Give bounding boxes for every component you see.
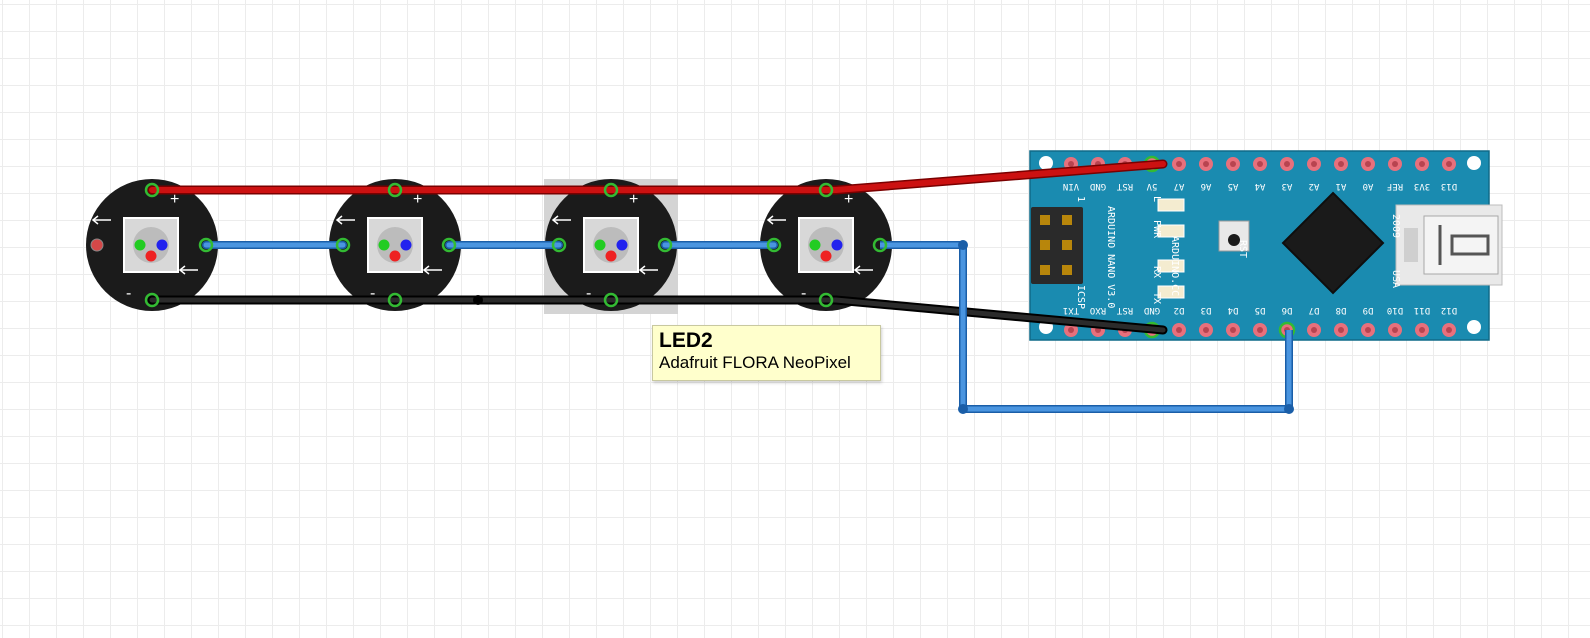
pin-label: D12 bbox=[1441, 305, 1457, 315]
led-l-label: L bbox=[1151, 196, 1162, 202]
pin-hole bbox=[1338, 161, 1344, 167]
pin-label: A7 bbox=[1174, 181, 1185, 191]
pin-label: D7 bbox=[1309, 305, 1320, 315]
svg-text:-: - bbox=[126, 285, 131, 302]
pin-hole bbox=[1446, 161, 1452, 167]
rst-label: RST bbox=[1237, 240, 1248, 258]
pin-hole bbox=[1365, 327, 1371, 333]
pin-label: 5V bbox=[1146, 181, 1157, 191]
pin-hole bbox=[1176, 161, 1182, 167]
board-year-label: 2009 bbox=[1390, 214, 1401, 238]
pin-label: RST bbox=[1116, 181, 1133, 191]
pin-label: A2 bbox=[1309, 181, 1320, 191]
pin-label: D10 bbox=[1387, 305, 1403, 315]
pin-hole bbox=[1203, 161, 1209, 167]
pin-label: D5 bbox=[1255, 305, 1266, 315]
pin-label: 3V3 bbox=[1414, 181, 1430, 191]
pin-label: TX1 bbox=[1063, 305, 1079, 315]
pin-label: GND bbox=[1144, 305, 1160, 315]
arduino-nano[interactable]: ARDUINO NANO V3.0 ARDUINO.CC 2009 USA IC… bbox=[1029, 150, 1503, 341]
board-brand-label: ARDUINO.CC bbox=[1169, 236, 1180, 296]
tooltip-subtitle: Adafruit FLORA NeoPixel bbox=[659, 353, 851, 372]
pin-label: D9 bbox=[1363, 305, 1374, 315]
rx-label: RX bbox=[1151, 266, 1162, 278]
pin-label: RST bbox=[1116, 305, 1133, 315]
pin-label: A3 bbox=[1282, 181, 1293, 191]
pin-hole bbox=[1419, 327, 1425, 333]
pin-hole bbox=[1068, 161, 1074, 167]
pin-label: REF bbox=[1387, 181, 1403, 191]
pin-hole bbox=[1311, 161, 1317, 167]
pin-hole bbox=[1419, 161, 1425, 167]
pin-label: D13 bbox=[1441, 181, 1457, 191]
pin-hole bbox=[1203, 327, 1209, 333]
breadboard-canvas[interactable]: + - + - + - + - ARDUINO NANO V3.0 ARDUIN… bbox=[0, 0, 1590, 638]
pin-label: VIN bbox=[1063, 181, 1079, 191]
neopixel-led1[interactable]: + - bbox=[86, 179, 218, 311]
board-model-label: ARDUINO NANO V3.0 bbox=[1105, 206, 1116, 308]
pin-label: D11 bbox=[1414, 305, 1430, 315]
pin-hole bbox=[1176, 327, 1182, 333]
pin-hole bbox=[1311, 327, 1317, 333]
pin-label: D6 bbox=[1282, 305, 1293, 315]
pin-hole bbox=[1230, 327, 1236, 333]
pin-hole bbox=[1284, 161, 1290, 167]
tx-label: TX bbox=[1151, 292, 1162, 304]
pin-label: A5 bbox=[1228, 181, 1239, 191]
pin-hole bbox=[1068, 327, 1074, 333]
pin-label: RXO bbox=[1090, 305, 1106, 315]
pin-hole bbox=[1338, 327, 1344, 333]
usb-port[interactable] bbox=[1395, 204, 1503, 286]
pwr-label: PWR bbox=[1151, 220, 1162, 239]
pin-hole bbox=[1392, 161, 1398, 167]
pin-hole bbox=[1365, 161, 1371, 167]
pin-label: D8 bbox=[1336, 305, 1347, 315]
pin-hole bbox=[1230, 161, 1236, 167]
wire-bendpoint[interactable] bbox=[473, 295, 483, 305]
pin-label: A4 bbox=[1255, 181, 1266, 191]
pin-hole bbox=[1392, 327, 1398, 333]
pin-label: A0 bbox=[1363, 181, 1374, 191]
part-tooltip: LED2 Adafruit FLORA NeoPixel bbox=[652, 325, 881, 381]
icsp-header bbox=[1031, 207, 1083, 284]
pin1-label: 1 bbox=[1075, 196, 1086, 202]
pin-label: D2 bbox=[1174, 305, 1185, 315]
pin-label: A6 bbox=[1201, 181, 1212, 191]
board-origin-label: USA bbox=[1390, 270, 1401, 288]
pin-hole bbox=[1257, 161, 1263, 167]
pin-hole bbox=[1446, 327, 1452, 333]
pin-hole bbox=[1257, 327, 1263, 333]
pin-label: D3 bbox=[1201, 305, 1212, 315]
pin-label: D4 bbox=[1228, 305, 1239, 315]
pin-label: GND bbox=[1090, 181, 1106, 191]
tooltip-title: LED2 bbox=[659, 329, 713, 352]
pin-label: A1 bbox=[1336, 181, 1347, 191]
